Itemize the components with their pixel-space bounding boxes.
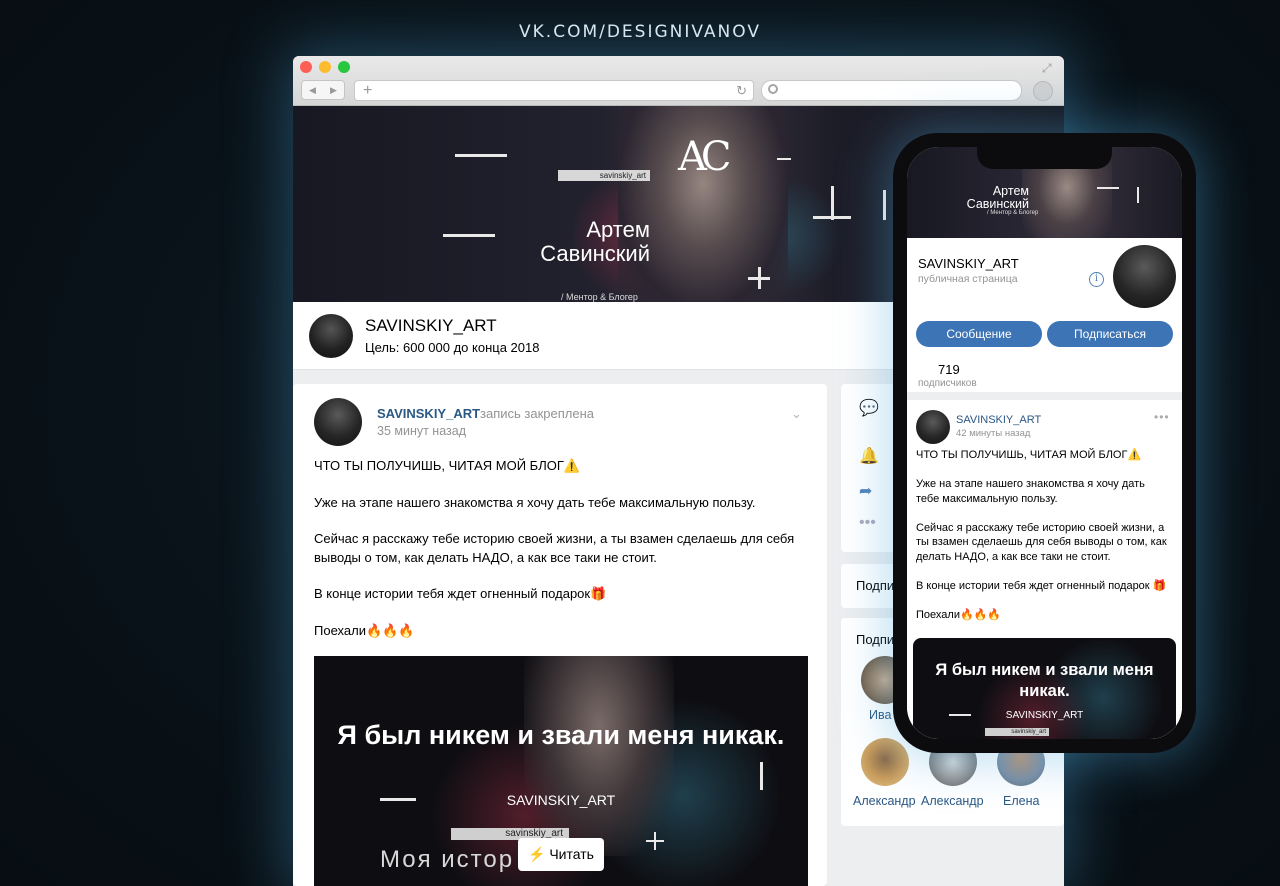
subscribers-label: подписчиков <box>918 378 977 389</box>
read-article-button[interactable]: ⚡ Читать <box>518 838 604 871</box>
forward-button[interactable]: ▶ <box>323 81 344 99</box>
new-tab-icon[interactable]: + <box>363 81 372 100</box>
share-icon[interactable]: ➦ <box>859 481 879 501</box>
cover-logo: AC <box>678 134 731 180</box>
decor-bar <box>831 186 834 220</box>
subscriber-name[interactable]: Елена <box>1003 794 1039 808</box>
mobile-article-title: Я был никем и звали меня никак. <box>935 661 1154 700</box>
post-author-link[interactable]: SAVINSKIY_ART <box>377 406 480 421</box>
mobile-article-image[interactable]: Я был никем и звали меня никак. SAVINSKI… <box>913 638 1176 739</box>
mobile-post-time: 42 минуты назад <box>956 428 1031 439</box>
page-avatar[interactable] <box>309 314 353 358</box>
subscribe-label: Подпи <box>856 578 895 593</box>
fullscreen-icon[interactable]: ⤢ <box>1042 61 1056 75</box>
phone-screen: Артем Савинский / Ментор & Блогер SAVINS… <box>907 147 1182 739</box>
info-icon[interactable]: i <box>1089 272 1104 287</box>
mobile-pinned-post: SAVINSKIY_ART 42 минуты назад ••• ЧТО ТЫ… <box>907 400 1182 739</box>
phone-frame: Артем Савинский / Ментор & Блогер SAVINS… <box>893 133 1196 753</box>
message-icon[interactable]: 💬 <box>859 398 879 418</box>
mobile-post-author[interactable]: SAVINSKIY_ART <box>956 414 1041 426</box>
more-icon[interactable]: ••• <box>1154 410 1170 424</box>
extension-button[interactable] <box>1033 81 1053 101</box>
search-icon <box>768 84 778 94</box>
article-story-text: Моя истор <box>380 846 515 873</box>
maximize-window-icon[interactable] <box>338 61 350 73</box>
decor-bar <box>1137 187 1139 203</box>
browser-chrome: ⤢ ◀ ▶ + ↻ <box>293 56 1064 106</box>
nav-buttons: ◀ ▶ <box>301 80 345 100</box>
chevron-down-icon[interactable]: ⌄ <box>791 406 802 422</box>
mobile-page-header: SAVINSKIY_ART публичная страница i Сообщ… <box>907 238 1182 392</box>
minimize-window-icon[interactable] <box>319 61 331 73</box>
subscriber-name[interactable]: Александр <box>921 794 984 808</box>
site-url: VK.COM/DESIGNIVANOV <box>519 22 761 42</box>
post-paragraph: Сейчас я расскажу тебе историю своей жиз… <box>314 531 795 565</box>
cover-subtitle: / Ментор & Блогер <box>561 292 638 302</box>
subscriber-name[interactable]: Александр <box>853 794 916 808</box>
post-paragraph: Уже на этапе нашего знакомства я хочу да… <box>916 478 1145 505</box>
bell-icon[interactable]: 🔔 <box>859 446 879 466</box>
decor-bar <box>949 714 971 716</box>
subscriber-name[interactable]: Ива <box>869 708 891 722</box>
cover-name: Артем Савинский <box>540 217 650 266</box>
subscribers-count[interactable]: 719 <box>938 362 960 377</box>
post-article-image[interactable]: Я был никем и звали меня никак. SAVINSKI… <box>314 656 808 886</box>
mobile-cover-subtitle: / Ментор & Блогер <box>987 210 1039 216</box>
decor-bar <box>1097 187 1119 189</box>
mobile-page-title: SAVINSKIY_ART <box>918 256 1019 271</box>
page-status: Цель: 600 000 до конца 2018 <box>365 340 540 355</box>
mobile-page-avatar[interactable] <box>1113 245 1176 308</box>
back-button[interactable]: ◀ <box>302 81 323 99</box>
post-paragraph: Уже на этапе нашего знакомства я хочу да… <box>314 494 756 510</box>
post-paragraph: Сейчас я расскажу тебе историю своей жиз… <box>916 521 1167 563</box>
message-button[interactable]: Сообщение <box>916 321 1042 347</box>
search-bar[interactable] <box>761 80 1022 101</box>
address-bar[interactable]: + ↻ <box>354 80 754 101</box>
mobile-post-text: ЧТО ТЫ ПОЛУЧИШЬ, ЧИТАЯ МОЙ БЛОГ⚠️ Уже на… <box>916 448 1171 637</box>
decor-bar <box>654 832 656 850</box>
post-paragraph: В конце истории тебя ждет огненный подар… <box>916 579 1167 592</box>
reload-icon[interactable]: ↻ <box>736 81 747 100</box>
mobile-cover-name: Артем Савинский <box>966 184 1029 211</box>
decor-bar <box>443 234 495 237</box>
mobile-article-tag: savinskiy_art <box>985 728 1049 736</box>
decor-bar <box>455 154 507 157</box>
page-title: SAVINSKIY_ART <box>365 316 497 335</box>
post-paragraph: ЧТО ТЫ ПОЛУЧИШЬ, ЧИТАЯ МОЙ БЛОГ⚠️ <box>916 449 1142 461</box>
decor-bar <box>777 158 791 160</box>
avatar[interactable] <box>861 738 909 786</box>
post-paragraph: Поехали🔥🔥🔥 <box>314 622 415 638</box>
post-paragraph: Поехали🔥🔥🔥 <box>916 608 1002 621</box>
subscribe-button[interactable]: Подписаться <box>1047 321 1173 347</box>
pinned-post: SAVINSKIY_ART запись закреплена 35 минут… <box>293 384 827 886</box>
mobile-post-avatar[interactable] <box>916 410 950 444</box>
post-paragraph: В конце истории тебя ждет огненный подар… <box>314 586 607 602</box>
post-paragraph: ЧТО ТЫ ПОЛУЧИШЬ, ЧИТАЯ МОЙ БЛОГ⚠️ <box>314 458 581 473</box>
decor-bar <box>760 762 763 790</box>
mobile-page-type: публичная страница <box>918 273 1018 285</box>
subscribers-heading: Подпи <box>856 632 895 647</box>
cover-tag: savinskiy_art <box>558 170 650 181</box>
more-icon[interactable]: ••• <box>859 514 879 534</box>
decor-bar <box>758 267 761 289</box>
post-timestamp[interactable]: 35 минут назад <box>377 424 466 438</box>
article-title: Я был никем и звали меня никак. <box>337 720 785 750</box>
phone-notch <box>977 147 1112 169</box>
close-window-icon[interactable] <box>300 61 312 73</box>
post-pinned-label: запись закреплена <box>480 406 594 421</box>
post-text: ЧТО ТЫ ПОЛУЧИШЬ, ЧИТАЯ МОЙ БЛОГ⚠️ Уже на… <box>314 457 804 659</box>
image-photo <box>524 656 674 856</box>
post-author-avatar[interactable] <box>314 398 362 446</box>
decor-bar <box>380 798 416 801</box>
decor-bar <box>883 190 886 220</box>
